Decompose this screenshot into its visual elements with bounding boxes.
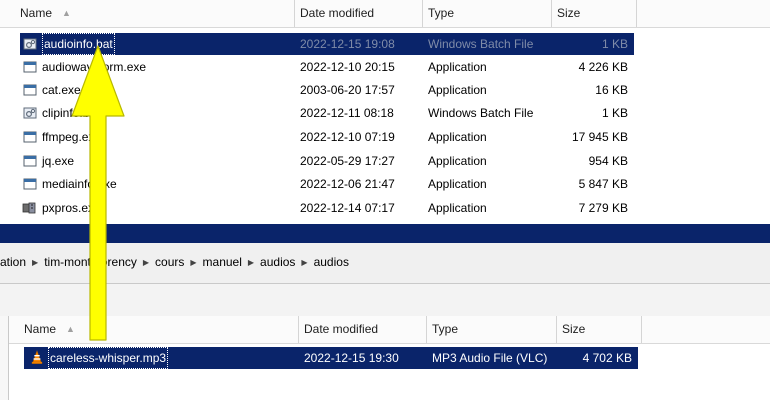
file-row-jq-exe[interactable]: jq.exe 2022-05-29 17:27 Application 954 …	[20, 150, 634, 172]
file-date: 2022-05-29 17:27	[300, 154, 395, 168]
name-column-label: Name	[24, 322, 57, 336]
name-column-label: Name	[20, 6, 53, 20]
bottom-file-list: Name ▲ Date modified Type Size careless-w…	[0, 316, 770, 400]
chevron-right-icon[interactable]: ▶	[143, 258, 149, 267]
batch-file-icon	[23, 38, 37, 50]
file-size: 5 847 KB	[578, 177, 628, 191]
file-type: MP3 Audio File (VLC)	[432, 351, 548, 365]
file-row-clipinfo-bat[interactable]: clipinfo.bat 2022-12-11 08:18 Windows Ba…	[20, 102, 634, 124]
file-date: 2003-06-20 17:57	[300, 83, 395, 97]
file-size: 1 KB	[601, 106, 628, 120]
file-date: 2022-12-14 07:17	[300, 201, 395, 215]
file-type: Application	[428, 60, 487, 74]
file-type: Windows Batch File	[428, 106, 534, 120]
chevron-right-icon[interactable]: ▶	[190, 258, 196, 267]
file-size: 17 945 KB	[571, 130, 628, 144]
file-date: 2022-12-15 19:08	[300, 37, 395, 51]
top-column-header: Name ▲ Date modified Type Size	[0, 0, 770, 28]
chevron-right-icon[interactable]: ▶	[248, 258, 254, 267]
file-row-careless-whisper-mp3[interactable]: careless-whisper.mp3 2022-12-15 19:30 MP…	[24, 347, 638, 369]
file-name: clipinfo.bat	[42, 106, 100, 120]
breadcrumb: ation ▶ tim-montmorency ▶ cours ▶ manuel ▶ audio…	[0, 255, 349, 269]
pxpros-app-icon	[22, 202, 36, 214]
bottom-column-header: Name ▲ Date modified Type Size	[9, 316, 770, 344]
sort-ascending-icon: ▲	[62, 8, 71, 18]
top-file-list: Name ▲ Date modified Type Size audioinfo.…	[0, 0, 770, 224]
file-date: 2022-12-10 20:15	[300, 60, 395, 74]
breadcrumb-item[interactable]: manuel	[203, 255, 242, 269]
file-row-pxpros-exe[interactable]: pxpros.exe 2022-12-14 07:17 Application …	[20, 197, 634, 219]
file-name: pxpros.exe	[42, 201, 101, 215]
file-row-audiowaveform-exe[interactable]: audiowaveform.exe 2022-12-10 20:15 Appli…	[20, 56, 634, 78]
file-name: audioinfo.bat	[42, 33, 115, 55]
name-column-header[interactable]: Name ▲	[9, 316, 299, 343]
explorer-screenshot: Name ▲ Date modified Type Size audioinfo.…	[0, 0, 770, 400]
file-row-ffmpeg-exe[interactable]: ffmpeg.exe 2022-12-10 07:19 Application …	[20, 126, 634, 148]
file-row-cat-exe[interactable]: cat.exe 2003-06-20 17:57 Application 16 …	[20, 79, 634, 101]
file-size: 7 279 KB	[578, 201, 628, 215]
navigation-pane-edge	[0, 316, 9, 400]
file-date: 2022-12-15 19:30	[304, 351, 399, 365]
file-name: audiowaveform.exe	[42, 60, 147, 74]
vlc-cone-icon	[31, 350, 43, 364]
breadcrumb-item[interactable]: cours	[155, 255, 184, 269]
file-date: 2022-12-11 08:18	[300, 106, 394, 120]
name-column-header[interactable]: Name ▲	[0, 0, 295, 27]
file-date: 2022-12-10 07:19	[300, 130, 395, 144]
type-column-label: Type	[432, 322, 459, 336]
application-icon	[23, 155, 37, 167]
file-name: ffmpeg.exe	[42, 130, 102, 144]
file-type: Application	[428, 130, 487, 144]
file-type: Application	[428, 201, 487, 215]
date-column-header[interactable]: Date modified	[299, 316, 427, 343]
file-size: 4 226 KB	[578, 60, 628, 74]
breadcrumb-item[interactable]: audios	[260, 255, 295, 269]
file-row-mediainfo-exe[interactable]: mediainfo.exe 2022-12-06 21:47 Applicati…	[20, 173, 634, 195]
date-column-label: Date modified	[300, 6, 375, 20]
size-column-header[interactable]: Size	[557, 316, 642, 343]
file-row-audioinfo-bat[interactable]: audioinfo.bat 2022-12-15 19:08 Windows B…	[20, 33, 634, 55]
file-size: 16 KB	[595, 83, 628, 97]
file-type: Application	[428, 154, 487, 168]
size-column-label: Size	[557, 6, 581, 20]
type-column-header[interactable]: Type	[427, 316, 557, 343]
file-size: 954 KB	[588, 154, 628, 168]
chevron-right-icon[interactable]: ▶	[301, 258, 307, 267]
sort-ascending-icon: ▲	[66, 324, 75, 334]
address-bar[interactable]: ation ▶ tim-montmorency ▶ cours ▶ manuel ▶ audio…	[0, 243, 770, 284]
size-column-label: Size	[562, 322, 586, 336]
window-divider-band	[0, 224, 770, 243]
file-type: Application	[428, 83, 487, 97]
toolbar-strip	[0, 284, 770, 317]
breadcrumb-item[interactable]: tim-montmorency	[44, 255, 137, 269]
file-size: 1 KB	[601, 37, 628, 51]
file-name: jq.exe	[42, 154, 75, 168]
breadcrumb-item[interactable]: audios	[314, 255, 349, 269]
file-type: Windows Batch File	[428, 37, 534, 51]
file-name: cat.exe	[42, 83, 81, 97]
file-type: Application	[428, 177, 487, 191]
application-icon	[23, 61, 37, 73]
breadcrumb-item[interactable]: ation	[0, 255, 26, 269]
type-column-header[interactable]: Type	[423, 0, 552, 27]
size-column-header[interactable]: Size	[552, 0, 637, 27]
file-name: mediainfo.exe	[42, 177, 117, 191]
application-icon	[23, 84, 37, 96]
application-icon	[23, 131, 37, 143]
file-date: 2022-12-06 21:47	[300, 177, 395, 191]
application-icon	[23, 178, 37, 190]
file-name: careless-whisper.mp3	[48, 347, 169, 369]
batch-file-icon	[23, 107, 37, 119]
date-column-label: Date modified	[304, 322, 379, 336]
file-size: 4 702 KB	[582, 351, 632, 365]
type-column-label: Type	[428, 6, 455, 20]
chevron-right-icon[interactable]: ▶	[32, 258, 38, 267]
date-column-header[interactable]: Date modified	[295, 0, 423, 27]
